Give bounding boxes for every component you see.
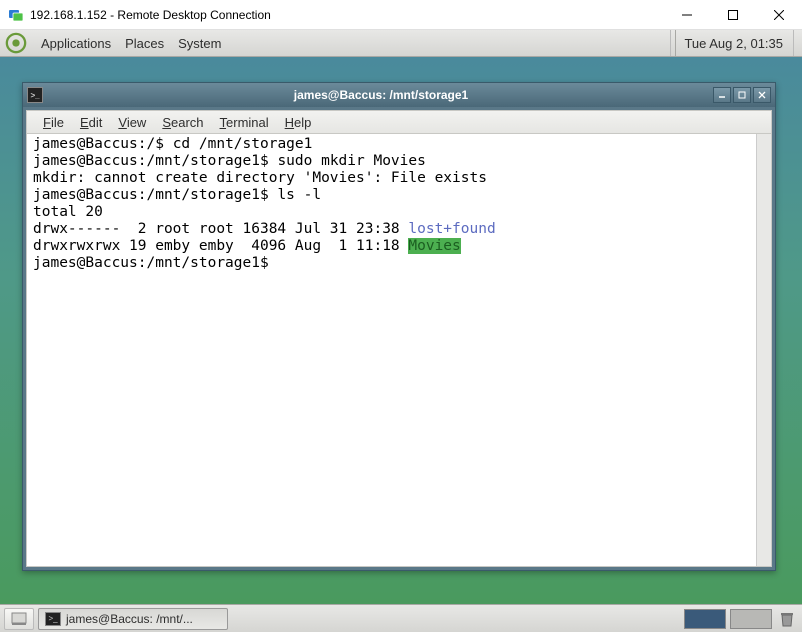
system-menu[interactable]: System bbox=[171, 36, 228, 51]
terminal-close-button[interactable] bbox=[753, 87, 771, 103]
terminal-icon: >_ bbox=[45, 612, 61, 626]
applications-menu[interactable]: Applications bbox=[34, 36, 118, 51]
taskbar-item-label: james@Baccus: /mnt/... bbox=[66, 612, 193, 626]
panel-separator bbox=[793, 30, 796, 56]
command: cd /mnt/storage1 bbox=[173, 136, 313, 152]
prompt: james@Baccus:/mnt/storage1$ bbox=[33, 255, 277, 271]
workspace-1[interactable] bbox=[684, 609, 726, 629]
rdc-icon bbox=[8, 7, 24, 23]
taskbar-item-terminal[interactable]: >_ james@Baccus: /mnt/... bbox=[38, 608, 228, 630]
terminal-body[interactable]: james@Baccus:/$ cd /mnt/storage1 james@B… bbox=[26, 134, 772, 567]
help-menu[interactable]: Help bbox=[277, 115, 320, 130]
terminal-title: james@Baccus: /mnt/storage1 bbox=[49, 88, 713, 102]
desktop-background: >_ james@Baccus: /mnt/storage1 File Edit… bbox=[0, 57, 802, 604]
view-menu[interactable]: View bbox=[110, 115, 154, 130]
command: ls -l bbox=[277, 187, 321, 203]
mate-logo-icon[interactable] bbox=[4, 33, 28, 53]
rdc-window-controls bbox=[664, 0, 802, 30]
output-line: total 20 bbox=[33, 204, 103, 220]
maximize-button[interactable] bbox=[710, 0, 756, 30]
rdc-titlebar: 192.168.1.152 - Remote Desktop Connectio… bbox=[0, 0, 802, 30]
terminal-menubar: File Edit View Search Terminal Help bbox=[26, 110, 772, 134]
directory-link: lost+found bbox=[408, 221, 495, 237]
terminal-minimize-button[interactable] bbox=[713, 87, 731, 103]
rdc-title: 192.168.1.152 - Remote Desktop Connectio… bbox=[30, 8, 664, 22]
panel-separator bbox=[670, 30, 673, 56]
mate-bottom-panel: >_ james@Baccus: /mnt/... bbox=[0, 604, 802, 632]
ls-row: drwx------ 2 root root 16384 Jul 31 23:3… bbox=[33, 221, 408, 237]
trash-icon[interactable] bbox=[778, 610, 796, 628]
terminal-scrollbar[interactable] bbox=[756, 134, 771, 566]
file-menu[interactable]: File bbox=[35, 115, 72, 130]
terminal-maximize-button[interactable] bbox=[733, 87, 751, 103]
terminal-icon: >_ bbox=[27, 87, 43, 103]
minimize-button[interactable] bbox=[664, 0, 710, 30]
prompt: james@Baccus:/mnt/storage1$ bbox=[33, 187, 277, 203]
terminal-titlebar[interactable]: >_ james@Baccus: /mnt/storage1 bbox=[23, 83, 775, 107]
workspace-2[interactable] bbox=[730, 609, 772, 629]
search-menu[interactable]: Search bbox=[154, 115, 211, 130]
close-button[interactable] bbox=[756, 0, 802, 30]
prompt: james@Baccus:/$ bbox=[33, 136, 173, 152]
prompt: james@Baccus:/mnt/storage1$ bbox=[33, 153, 277, 169]
terminal-menu[interactable]: Terminal bbox=[212, 115, 277, 130]
mate-top-panel: Applications Places System Tue Aug 2, 01… bbox=[0, 30, 802, 57]
edit-menu[interactable]: Edit bbox=[72, 115, 110, 130]
show-desktop-button[interactable] bbox=[4, 608, 34, 630]
places-menu[interactable]: Places bbox=[118, 36, 171, 51]
output-line: mkdir: cannot create directory 'Movies':… bbox=[33, 170, 487, 186]
terminal-window: >_ james@Baccus: /mnt/storage1 File Edit… bbox=[22, 82, 776, 571]
directory-link: Movies bbox=[408, 238, 460, 254]
clock[interactable]: Tue Aug 2, 01:35 bbox=[675, 30, 791, 56]
command: sudo mkdir Movies bbox=[277, 153, 425, 169]
terminal-window-controls bbox=[713, 87, 771, 103]
ls-row: drwxrwxrwx 19 emby emby 4096 Aug 1 11:18 bbox=[33, 238, 408, 254]
